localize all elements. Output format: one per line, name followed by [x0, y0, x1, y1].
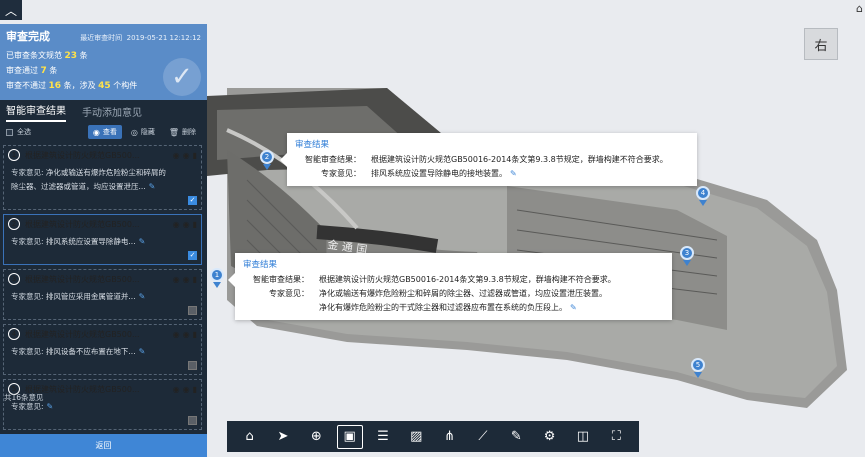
- item-number-badge: 3: [8, 273, 20, 285]
- popup-title: 审查结果: [295, 140, 330, 150]
- eye-icon[interactable]: ◉: [183, 275, 190, 284]
- summary-title: 审查完成: [6, 30, 50, 43]
- list-item[interactable]: 3 根据建筑设计防火规范GB500... ◉ ◉ ▮ 专家意见: 排风管应采用金属管…: [3, 269, 202, 320]
- item-number-badge: 4: [8, 328, 20, 340]
- trash-icon[interactable]: ▮: [193, 151, 197, 160]
- tab-smart-review[interactable]: 智能审查结果: [6, 102, 66, 122]
- model-viewport[interactable]: 金 通 国 ⌂ 右 2 1 4 3 5 审查结果 智能审查结果： 根据建筑设计防火…: [207, 0, 865, 457]
- list-item[interactable]: 4 根据建筑设计防火规范GB500... ◉ ◉ ▮ 专家意见: 排风设备不应布置在…: [3, 324, 202, 375]
- edit-icon[interactable]: ✎: [570, 301, 577, 315]
- marker-pin[interactable]: 5: [691, 358, 705, 378]
- chevron-up-icon: ︿: [4, 3, 17, 18]
- edit-icon[interactable]: ✎: [139, 237, 146, 246]
- item-checkbox[interactable]: ✓: [188, 251, 197, 260]
- image-icon[interactable]: ▨: [403, 425, 429, 449]
- collapse-panel-button[interactable]: ︿: [0, 0, 22, 20]
- settings-icon[interactable]: ⚙: [537, 425, 563, 449]
- item-title: 根据建筑设计防火规范GB500...: [25, 219, 140, 229]
- back-button[interactable]: 返回: [0, 434, 207, 457]
- box-select-icon[interactable]: ▣: [336, 424, 363, 449]
- reviewed-count: 已审查条文规范 23 条: [6, 51, 88, 61]
- eye-icon[interactable]: ◉: [173, 330, 180, 339]
- edit-icon[interactable]: ✎: [149, 182, 156, 191]
- edit-icon[interactable]: ✎: [503, 425, 529, 449]
- list-toolbar: 全选 ◉ 查看 ◎ 隐藏 🗑 删除: [0, 122, 207, 142]
- home-icon[interactable]: ⌂: [237, 425, 263, 449]
- item-opinion: 专家意见: 排风管应采用金属管道并... ✎: [11, 292, 146, 301]
- eye-icon[interactable]: ◉: [183, 151, 190, 160]
- trash-icon[interactable]: ▮: [193, 220, 197, 229]
- eye-icon[interactable]: ◉: [183, 385, 190, 394]
- item-title: 根据建筑设计防火规范GB500...: [25, 150, 140, 160]
- list-item[interactable]: 2 根据建筑设计防火规范GB500... ◉ ◉ ▮ 专家意见: 排风系统应设置导除…: [3, 214, 202, 265]
- eye-icon[interactable]: ◉: [173, 385, 180, 394]
- fullscreen-icon[interactable]: ⛶: [603, 425, 629, 449]
- list-item[interactable]: 5 根据建筑设计防火规范GB500... ◉ ◉ ▮ 专家意见: ✎: [3, 379, 202, 430]
- list-icon[interactable]: ☰: [370, 425, 396, 449]
- building-model: 金 通 国: [207, 88, 847, 408]
- marker-pin[interactable]: 1: [210, 268, 224, 288]
- item-title: 根据建筑设计防火规范GB500...: [25, 274, 140, 284]
- tab-manual-opinion[interactable]: 手动添加意见: [82, 104, 142, 122]
- item-number-badge: 1: [8, 149, 20, 161]
- marker-pin[interactable]: 2: [260, 150, 274, 170]
- home-icon[interactable]: ⌂: [856, 2, 863, 15]
- item-title: 根据建筑设计防火规范GB500...: [25, 329, 140, 339]
- marker-pin[interactable]: 3: [680, 246, 694, 266]
- item-opinion: 专家意见: 排风设备不应布置在地下... ✎: [11, 347, 146, 356]
- item-title: 根据建筑设计防火规范GB500...: [25, 384, 140, 394]
- item-checkbox[interactable]: ✓: [188, 196, 197, 205]
- review-time: 最近审查时间 2019-05-21 12:12:12: [80, 34, 201, 42]
- item-checkbox[interactable]: [188, 306, 197, 315]
- trash-icon[interactable]: ▮: [193, 330, 197, 339]
- popup-title: 审查结果: [243, 260, 278, 270]
- edit-icon[interactable]: ✎: [139, 292, 146, 301]
- item-opinion: 专家意见: 排风系统应设置导除静电... ✎: [11, 237, 146, 246]
- item-checkbox[interactable]: [188, 416, 197, 425]
- eye-icon[interactable]: ◉: [183, 330, 190, 339]
- edit-icon[interactable]: ✎: [139, 347, 146, 356]
- item-number-badge: 2: [8, 218, 20, 230]
- tree-icon[interactable]: ⋔: [437, 425, 463, 449]
- trash-icon: 🗑: [168, 127, 179, 137]
- eye-icon[interactable]: ◉: [173, 151, 180, 160]
- eye-icon[interactable]: ◉: [173, 220, 180, 229]
- view-button[interactable]: ◉ 查看: [87, 125, 122, 139]
- smart-result-text: 根据建筑设计防火规范GB50016-2014条文第9.3.8节规定，群墙构建不符…: [371, 155, 668, 164]
- eye-icon: ◉: [92, 127, 100, 137]
- delete-button[interactable]: 🗑 删除: [164, 125, 201, 139]
- review-list: 1 根据建筑设计防火规范GB500... ◉ ◉ ▮ 专家意见: 净化或输送有爆炸危…: [3, 145, 202, 434]
- split-icon[interactable]: ◫: [570, 425, 596, 449]
- check-circle-icon: ✓: [163, 58, 201, 96]
- eye-icon[interactable]: ◉: [183, 220, 190, 229]
- select-all-label: 全选: [17, 128, 31, 136]
- eye-off-icon: ◎: [130, 127, 138, 137]
- item-opinion: 专家意见: 净化或输送有爆炸危险粉尘和碎屑的 除尘器、过滤器或管道，均应设置泄压…: [11, 168, 166, 191]
- list-item[interactable]: 1 根据建筑设计防火规范GB500... ◉ ◉ ▮ 专家意见: 净化或输送有爆炸危…: [3, 145, 202, 210]
- zoom-icon[interactable]: ⊕: [303, 425, 329, 449]
- review-summary: 审查完成 最近审查时间 2019-05-21 12:12:12 已审查条文规范 …: [0, 24, 207, 100]
- review-result-popup: 审查结果 智能审查结果： 根据建筑设计防火规范GB50016-2014条文第9.3…: [228, 253, 672, 320]
- ruler-icon[interactable]: ⟋: [470, 425, 496, 449]
- eye-icon[interactable]: ◉: [173, 275, 180, 284]
- smart-result-text: 根据建筑设计防火规范GB50016-2014条文第9.3.8节规定，群墙构建不符…: [319, 275, 616, 284]
- item-checkbox[interactable]: [188, 361, 197, 370]
- review-result-popup: 审查结果 智能审查结果： 根据建筑设计防火规范GB50016-2014条文第9.3…: [280, 133, 697, 186]
- viewer-toolbar: ⌂ ➤ ⊕ ▣ ☰ ▨ ⋔ ⟋ ✎ ⚙ ◫ ⛶: [227, 421, 639, 452]
- opinion-count: 共16条意见: [4, 393, 44, 402]
- send-icon[interactable]: ➤: [270, 425, 296, 449]
- trash-icon[interactable]: ▮: [193, 385, 197, 394]
- trash-icon[interactable]: ▮: [193, 275, 197, 284]
- expert-opinion-text: 排风系统应设置导除静电的接地装置。: [371, 169, 507, 178]
- view-right-button[interactable]: 右: [804, 28, 838, 60]
- marker-pin[interactable]: 4: [696, 186, 710, 206]
- select-all-checkbox[interactable]: [6, 128, 13, 136]
- hide-button[interactable]: ◎ 隐藏: [126, 125, 160, 139]
- review-tabs: 智能审查结果 手动添加意见: [0, 100, 207, 122]
- expert-opinion-text: 净化或输送有爆炸危险粉尘和碎屑的除尘器、过滤器或管道，均应设置泄压装置。: [319, 289, 607, 298]
- edit-icon[interactable]: ✎: [510, 167, 517, 181]
- edit-icon[interactable]: ✎: [47, 402, 54, 411]
- expert-opinion-text: 净化有爆炸危险粉尘的干式除尘器和过滤器应布置在系统的负压段上。: [319, 303, 567, 312]
